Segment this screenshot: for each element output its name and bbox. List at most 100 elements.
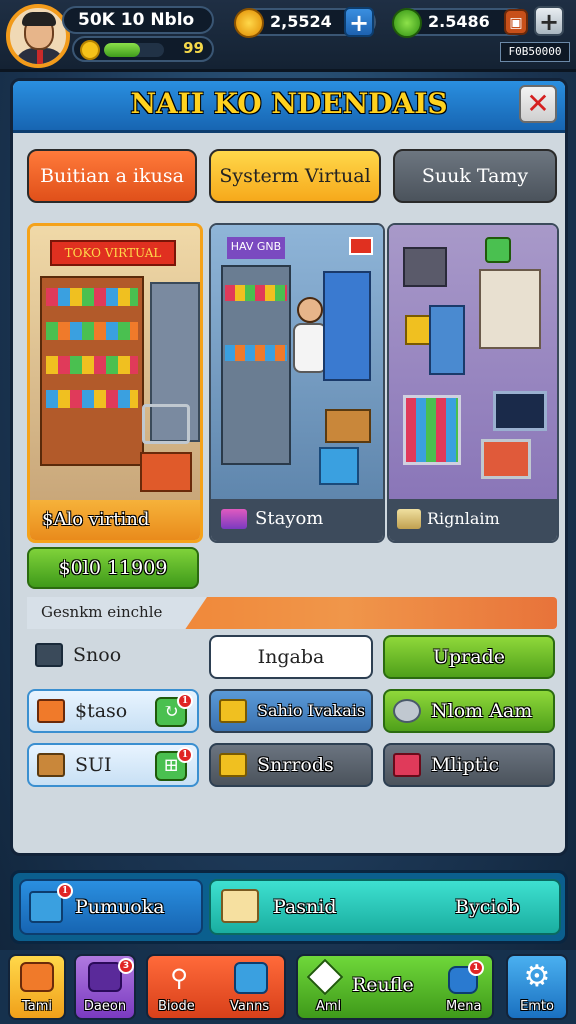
clerk-body [293,323,327,373]
option-snrrods[interactable]: Snrrods [209,743,373,787]
check-icon [485,237,511,263]
option-label: Ingaba [257,646,325,668]
tab-1[interactable]: Buitian a ikusa [27,149,197,203]
panel-title: NAII KO NDENDAIS [130,87,448,120]
products-row [46,288,138,306]
xp-track [104,43,164,57]
gear-icon: ⚙ [523,959,551,994]
add-coins-button[interactable]: + [344,7,374,37]
nav-settings[interactable]: ⚙ Emto [506,954,568,1020]
nav-reufle[interactable]: Reufle [352,974,414,996]
coins-value: 2,5524 [270,12,332,31]
option-label: SUI [75,754,112,776]
card-1-label: $Alo virtind [30,500,200,540]
virtual-store-image [389,225,557,499]
gems-counter: 2.5486 ▣ [392,8,528,38]
nav-label-biode: Biode [158,999,195,1014]
coin-icon [80,40,100,60]
coins-counter: 2,5524 + [234,7,376,38]
pencil-icon[interactable] [306,958,344,996]
notification-badge: 3 [118,958,134,974]
nav-group-1: ⚲ Biode Vanns [146,954,286,1020]
store-clerk-image: HAV GNB [211,225,383,499]
option-mliptic[interactable]: Mliptic [383,743,555,787]
action-group: Pasnid Byciob [209,879,561,935]
store-sign: HAV GNB [227,237,285,259]
product-box [319,447,359,485]
nav-inventory[interactable]: 3 Daeon [74,954,136,1020]
option-sui[interactable]: SUI ⊞ 1 [27,743,199,787]
option-label: $taso [75,700,128,722]
card-3-label-text: Rignlaim maRea) [427,509,500,528]
option-label: Nlom Aam [431,700,533,722]
option-staso[interactable]: $taso ↻ 1 [27,689,199,733]
crate [325,409,371,443]
player-avatar[interactable] [6,4,70,68]
products-row [46,356,138,374]
card-3-label: Rignlaim maRea) [389,499,557,541]
products-row [225,285,287,301]
avatar-tie [37,50,43,64]
map-icon[interactable] [234,962,268,994]
card-2-label-text: Stayom [255,508,324,529]
action-byciob[interactable]: Byciob [455,881,520,933]
nav-label: Emto [520,999,554,1014]
nav-label-aml: Aml [316,999,342,1014]
store-card-1[interactable]: TOKO VIRTUAL $Alo virtind [27,223,203,543]
computer-icon [35,643,63,667]
monitor-icon [493,391,547,431]
display-shelf [479,269,541,349]
package-icon [221,889,259,923]
tab-3[interactable]: Suuk Tamy [393,149,557,203]
close-button[interactable]: ✕ [519,85,557,123]
option-ingaba[interactable]: Ingaba [209,635,373,679]
gift-box-icon [219,753,247,777]
products-row [225,345,287,361]
action-pasnid[interactable]: Pasnid [273,881,337,933]
notification-badge: 1 [57,883,73,899]
gems-shop-icon[interactable]: ▣ [504,9,528,35]
nav-home[interactable]: Tami [8,954,66,1020]
bottom-nav: Tami 3 Daeon ⚲ Biode Vanns Aml Reufle 1 … [0,950,576,1024]
store-card-3[interactable]: Rignlaim maRea) [387,223,559,543]
notification-badge: 1 [177,693,193,709]
action-pumuoka[interactable]: 1 Pumuoka [19,879,203,935]
notification-badge: 1 [468,960,484,976]
player-name: 50K 10 Nblo 109 [62,6,214,54]
buy-button[interactable]: $0l0 11909 [27,547,199,589]
panel-title-bar: NAII KO NDENDAIS ✕ [13,81,565,133]
section-header: Gesnkm einchle [27,597,557,629]
option-label: Snrrods [257,754,334,776]
tab-2[interactable]: Systerm Virtual [209,149,381,203]
option-sahio[interactable]: Sahio Ivakais [209,689,373,733]
option-snoo[interactable]: Snoo [27,635,199,679]
nav-label-mena: Mena [446,999,482,1014]
option-label: Mliptic [431,754,500,776]
xp-fill [104,43,140,57]
inventory-icon [88,962,122,992]
option-label: Snoo [73,644,122,666]
products-row [46,390,138,408]
store-card-2[interactable]: HAV GNB Stayom [209,223,385,543]
vending-machine [323,271,371,381]
option-label: Uprade [433,646,505,668]
products-row [46,322,138,340]
upgrade-button[interactable]: Uprade [383,635,555,679]
cart-rack [403,395,461,465]
machine [403,247,447,287]
bottom-action-bar: 1 Pumuoka Pasnid Byciob [10,870,568,944]
share-icon[interactable]: ⚲ [162,964,196,994]
notification-badge: 1 [177,747,193,763]
shopping-cart-icon [142,404,190,444]
basket [481,439,531,479]
nav-label: Tami [21,999,53,1014]
nav-label-vanns: Vanns [230,999,270,1014]
add-gems-button[interactable]: + [534,6,564,36]
option-nlom[interactable]: Nlom Aam [383,689,555,733]
code-badge: F0B50000 [500,42,570,62]
flag-icon [349,237,373,255]
home-icon [20,962,54,992]
nav-group-2: Aml Reufle 1 Mena [296,954,494,1020]
cash-icon [397,509,421,529]
store-shelves-image: TOKO VIRTUAL [30,226,200,500]
